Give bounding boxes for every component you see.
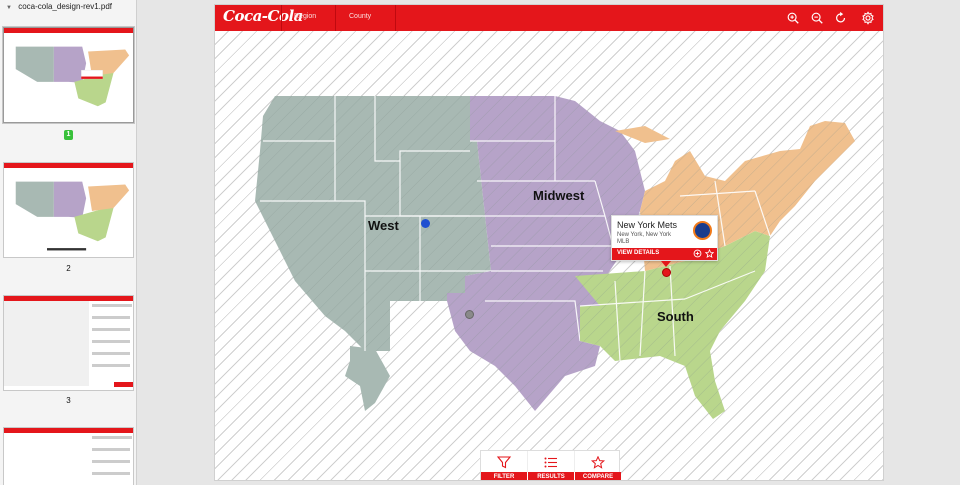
thumbnail-map: [15, 46, 130, 107]
favorite-star-icon[interactable]: [705, 249, 714, 258]
star-icon: [590, 456, 606, 469]
list-icon: [544, 457, 557, 468]
file-title: ▼ coca-cola_design-rev1.pdf: [0, 0, 136, 14]
app-header: Coca-Cola Region County: [215, 5, 883, 31]
brand-logo: Coca-Cola: [223, 7, 303, 25]
region-label-midwest: Midwest: [533, 188, 585, 203]
us-region-map: [255, 96, 855, 419]
compare-button[interactable]: COMPARE: [575, 451, 621, 480]
tab-region[interactable]: Region: [294, 13, 316, 20]
zoom-in-icon[interactable]: [785, 10, 801, 26]
thumbnail-map: [15, 181, 130, 251]
compare-label: COMPARE: [575, 472, 621, 480]
popup-footer: VIEW DETAILS: [612, 248, 717, 260]
location-popup: New York Mets New York, New York MLB VIE…: [611, 215, 718, 261]
team-league: MLB: [617, 239, 630, 245]
region-west[interactable]: [255, 96, 491, 411]
filter-label: FILTER: [481, 472, 527, 480]
region-label-south: South: [657, 309, 694, 324]
page-thumbnail-3[interactable]: [3, 295, 134, 391]
page-label-1: 1: [0, 129, 136, 140]
team-location: New York, New York: [617, 232, 672, 238]
region-label-west: West: [368, 218, 399, 233]
filter-button[interactable]: FILTER: [481, 451, 527, 480]
results-button[interactable]: RESULTS: [528, 451, 574, 480]
bottom-toolbar: FILTER RESULTS COMPARE: [480, 450, 621, 480]
red-map-pin[interactable]: [662, 268, 671, 277]
settings-icon[interactable]: [860, 10, 876, 26]
tab-county[interactable]: County: [349, 13, 371, 20]
add-icon[interactable]: [693, 249, 702, 258]
page-thumbnail-2[interactable]: [3, 162, 134, 258]
thumbnail-header: [4, 428, 133, 433]
results-label: RESULTS: [528, 472, 574, 480]
filter-icon: [496, 456, 512, 469]
team-logo-icon: [693, 221, 712, 240]
page-thumbnail-1[interactable]: [3, 27, 134, 123]
blue-map-pin[interactable]: [421, 219, 430, 228]
page-label-2: 2: [66, 264, 71, 273]
refresh-icon[interactable]: [833, 10, 849, 26]
design-page: Coca-Cola Region County West Midwest Sou…: [214, 4, 884, 481]
team-name: New York Mets: [617, 220, 678, 230]
page-label-3: 3: [66, 396, 71, 405]
page-thumbnail-4[interactable]: [3, 427, 134, 485]
popup-pointer: [661, 261, 671, 267]
view-details-button[interactable]: VIEW DETAILS: [617, 250, 659, 256]
file-name: coca-cola_design-rev1.pdf: [18, 2, 113, 11]
disclosure-triangle-icon[interactable]: ▼: [6, 5, 12, 11]
thumbnail-sidebar: ▼ coca-cola_design-rev1.pdf 1 2 3: [0, 0, 137, 485]
gray-map-pin[interactable]: [465, 310, 474, 319]
zoom-out-icon[interactable]: [809, 10, 825, 26]
